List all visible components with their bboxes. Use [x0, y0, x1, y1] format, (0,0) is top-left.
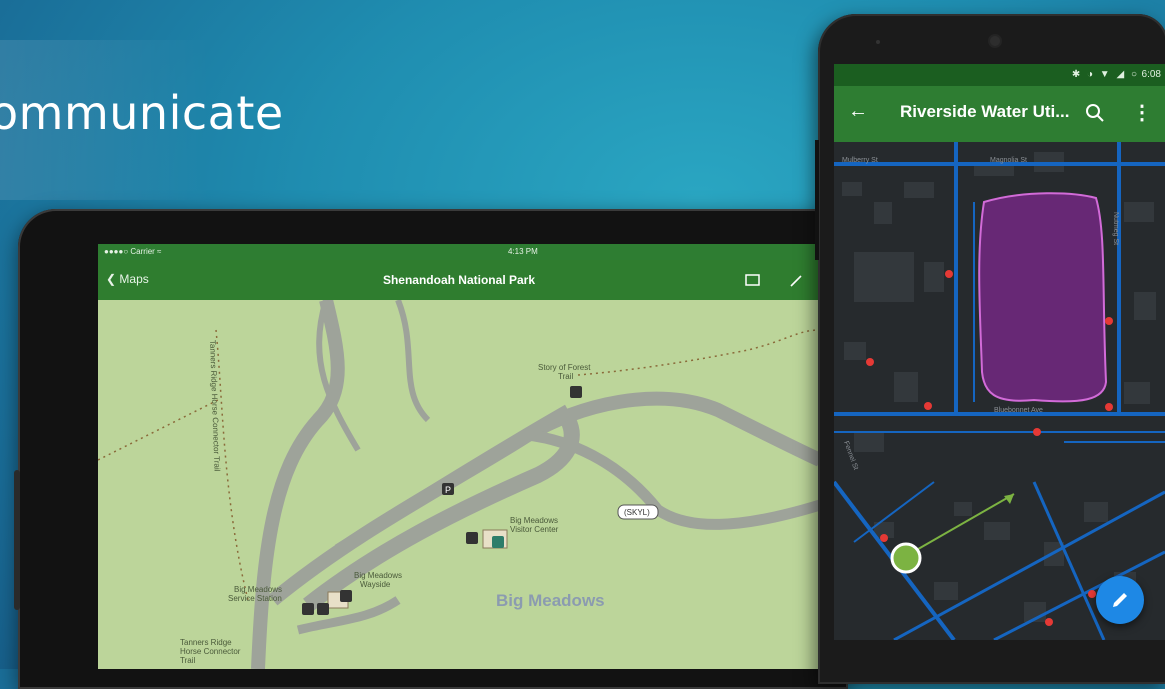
map-title: Shenandoah National Park [382, 273, 536, 287]
ridge-label-3: Trail [180, 656, 195, 665]
street-label: Nutmeg St [1112, 212, 1119, 245]
street-label: Mulberry St [842, 157, 878, 164]
layers-icon[interactable] [744, 271, 762, 289]
parking-icon[interactable] [317, 603, 329, 615]
service-station-label: Big Meadows [234, 585, 282, 594]
wayside-label: Big Meadows [354, 571, 402, 580]
road-shield: (SKYL) [617, 504, 659, 520]
parking-icon[interactable]: P [442, 483, 454, 495]
road-shield-label: (SKYL) [624, 508, 650, 517]
status-icons: ✱ ◑ ▼ ◢ ○ [1071, 69, 1139, 80]
utility-map[interactable]: Mulberry St Magnolia St Bluebonnet Ave N… [834, 142, 1165, 640]
pencil-icon [1113, 593, 1127, 607]
svg-text:P: P [445, 485, 451, 495]
carrier-label: ●●●●○ Carrier ≈ [104, 247, 162, 256]
restroom-icon[interactable] [466, 532, 478, 544]
sensor-icon [876, 40, 880, 44]
more-vert-icon[interactable]: ⋮ [1132, 100, 1152, 125]
phone-app-bar: ← Riverside Water Uti... ⋮ [834, 86, 1165, 142]
ridge-label: Tanners Ridge [180, 638, 232, 647]
phone-status-bar: ✱ ◑ ▼ ◢ ○ 6:08 [834, 64, 1165, 86]
restroom-icon[interactable] [570, 386, 582, 398]
information-icon[interactable] [492, 536, 504, 548]
sketch-polygon[interactable] [978, 192, 1108, 403]
tablet-status-bar: ●●●●○ Carrier ≈ 4:13 PM [98, 244, 820, 260]
story-trail-label: Story of Forest [538, 363, 591, 372]
park-map[interactable]: P (SKYL) Tanners Ridge Horse Connector T… [98, 298, 820, 669]
street-label: Magnolia St [990, 157, 1027, 164]
phone-status-time: 6:08 [1141, 69, 1161, 80]
start-point-marker[interactable] [890, 542, 922, 574]
street-label: Bluebonnet Ave [994, 407, 1043, 414]
wayside-label-2: Wayside [360, 580, 391, 589]
tablet-screen: ●●●●○ Carrier ≈ 4:13 PM ❮ Maps Shenandoa… [98, 244, 820, 669]
tablet-side-button [14, 470, 20, 610]
ridge-label-2: Horse Connector [180, 647, 241, 656]
phone-screen: ✱ ◑ ▼ ◢ ○ 6:08 ← Riverside Water Uti... … [834, 64, 1165, 640]
app-bar-title: Riverside Water Uti... [900, 102, 1070, 121]
story-trail-label-2: Trail [558, 372, 573, 381]
service-station-label-2: Service Station [228, 594, 282, 603]
status-time: 4:13 PM [508, 247, 538, 256]
slide-title: ommunicate [0, 86, 284, 140]
camera-icon [990, 36, 1000, 46]
phone-side-button [815, 140, 819, 260]
area-label: Big Meadows [496, 591, 605, 610]
tablet-nav-bar: ❮ Maps Shenandoah National Park [98, 260, 820, 300]
pencil-icon[interactable] [788, 271, 806, 289]
arrow-left-icon[interactable]: ← [848, 100, 868, 123]
visitor-center-label-2: Visitor Center [510, 525, 559, 534]
visitor-center-label: Big Meadows [510, 516, 558, 525]
search-icon[interactable] [1084, 102, 1106, 124]
edit-fab-button[interactable] [1096, 576, 1144, 624]
fuel-icon[interactable] [302, 603, 314, 615]
restaurant-icon[interactable] [340, 590, 352, 602]
